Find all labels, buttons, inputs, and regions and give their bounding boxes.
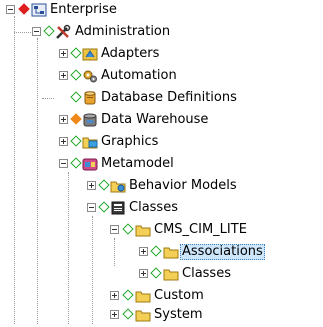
status-diamond-icon bbox=[70, 47, 82, 59]
node-label: Administration bbox=[75, 24, 171, 39]
node-label: Classes bbox=[129, 200, 178, 215]
expand-toggle[interactable] bbox=[110, 291, 119, 300]
node-label: Adapters bbox=[101, 46, 160, 61]
expand-toggle[interactable] bbox=[59, 49, 68, 58]
node-label: Metamodel bbox=[101, 156, 174, 171]
node-label: Behavior Models bbox=[129, 178, 237, 193]
adapter-puzzle-icon bbox=[82, 46, 98, 62]
node-label: Graphics bbox=[101, 134, 159, 149]
collapse-toggle[interactable] bbox=[6, 5, 15, 14]
folder-icon bbox=[135, 307, 151, 323]
tools-icon bbox=[55, 24, 71, 40]
node-label: Data Warehouse bbox=[101, 112, 209, 127]
status-diamond-icon bbox=[122, 308, 134, 320]
tree-node-graphics[interactable]: Graphics bbox=[0, 132, 323, 154]
status-diamond-icon bbox=[70, 135, 82, 147]
node-label: System bbox=[154, 307, 203, 322]
collapse-toggle[interactable] bbox=[87, 203, 96, 212]
expand-toggle[interactable] bbox=[139, 269, 148, 278]
node-label: Custom bbox=[154, 288, 204, 303]
tree-node-enterprise[interactable]: Enterprise bbox=[0, 0, 323, 22]
folder-icon bbox=[135, 222, 151, 238]
tree-node-adapters[interactable]: Adapters bbox=[0, 44, 323, 66]
status-diamond-icon bbox=[70, 157, 82, 169]
tree-node-classes-sub[interactable]: Classes bbox=[0, 264, 323, 286]
folder-icon bbox=[163, 244, 179, 260]
behavior-folder-icon bbox=[110, 178, 126, 194]
expand-toggle[interactable] bbox=[87, 181, 96, 190]
tree-node-cms-cim-lite[interactable]: CMS_CIM_LITE bbox=[0, 220, 323, 242]
node-label: Automation bbox=[101, 68, 177, 83]
gears-icon bbox=[82, 68, 98, 84]
graphics-folder-icon bbox=[82, 134, 98, 150]
expand-toggle[interactable] bbox=[59, 71, 68, 80]
status-diamond-icon bbox=[70, 113, 82, 125]
node-label: CMS_CIM_LITE bbox=[154, 222, 247, 237]
expand-toggle[interactable] bbox=[59, 137, 68, 146]
status-diamond-icon bbox=[18, 3, 30, 15]
tree-node-metamodel[interactable]: Metamodel bbox=[0, 154, 323, 176]
expand-toggle[interactable] bbox=[139, 247, 148, 256]
status-diamond-icon bbox=[70, 69, 82, 81]
object-tree: Enterprise Administration Adapters Autom… bbox=[0, 0, 323, 324]
status-diamond-icon bbox=[122, 289, 134, 301]
expand-toggle[interactable] bbox=[110, 310, 119, 319]
status-diamond-icon bbox=[98, 201, 110, 213]
tree-node-data-warehouse[interactable]: Data Warehouse bbox=[0, 110, 323, 132]
node-label: Enterprise bbox=[50, 2, 117, 17]
tree-node-associations[interactable]: Associations bbox=[0, 242, 323, 264]
collapse-toggle[interactable] bbox=[110, 225, 119, 234]
tree-node-automation[interactable]: Automation bbox=[0, 66, 323, 88]
network-tree-icon bbox=[31, 2, 47, 18]
tree-node-administration[interactable]: Administration bbox=[0, 22, 323, 44]
tree-node-behavior-models[interactable]: Behavior Models bbox=[0, 176, 323, 198]
status-diamond-icon bbox=[150, 267, 162, 279]
node-label: Classes bbox=[182, 266, 231, 281]
collapse-toggle[interactable] bbox=[32, 27, 41, 36]
tree-node-classes[interactable]: Classes bbox=[0, 198, 323, 220]
status-diamond-icon bbox=[43, 25, 55, 37]
node-label-selected: Associations bbox=[180, 244, 265, 260]
tree-node-database-definitions[interactable]: Database Definitions bbox=[0, 88, 323, 110]
status-diamond-icon bbox=[150, 245, 162, 257]
folder-icon bbox=[163, 266, 179, 282]
expand-toggle[interactable] bbox=[59, 115, 68, 124]
status-diamond-icon bbox=[122, 223, 134, 235]
classes-icon bbox=[110, 200, 126, 216]
collapse-toggle[interactable] bbox=[59, 159, 68, 168]
warehouse-icon bbox=[82, 112, 98, 128]
metamodel-icon bbox=[82, 156, 98, 172]
status-diamond-icon bbox=[98, 179, 110, 191]
node-label: Database Definitions bbox=[101, 90, 237, 105]
folder-icon bbox=[135, 288, 151, 304]
status-diamond-icon bbox=[70, 91, 82, 103]
database-icon bbox=[82, 90, 98, 106]
